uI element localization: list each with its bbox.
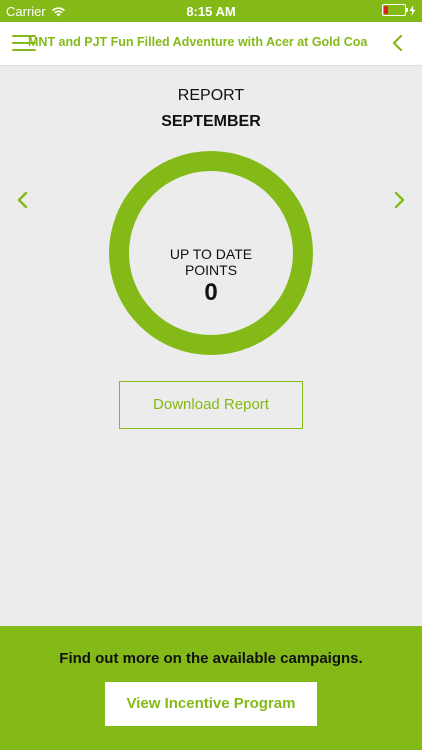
status-right [382,4,416,16]
status-bar: Carrier 8:15 AM [0,0,422,22]
battery-level [384,6,388,14]
footer-text: Find out more on the available campaigns… [59,650,363,667]
previous-month-chevron-left-icon[interactable] [15,188,31,212]
points-value: 0 [204,279,218,306]
points-label-line1: UP TO DATE [169,246,253,262]
download-report-button[interactable]: Download Report [119,381,303,429]
view-incentive-program-button[interactable]: View Incentive Program [105,682,317,726]
battery-tip [406,8,408,12]
campaign-title: MNT and PJT Fun Filled Adventure with Ac… [28,35,368,49]
battery-icon [382,4,408,16]
campaigns-footer: Find out more on the available campaigns… [0,626,422,750]
report-month: SEPTEMBER [161,113,261,130]
status-time: 8:15 AM [186,4,236,19]
charging-icon [409,4,416,16]
next-month-chevron-right-icon[interactable] [391,188,407,212]
chevron-left-icon[interactable] [388,31,408,55]
navigation-bar: MNT and PJT Fun Filled Adventure with Ac… [0,22,422,66]
report-heading: REPORT [177,87,245,104]
points-label: UP TO DATE POINTS [129,246,293,278]
points-label-line2: POINTS [184,262,238,278]
points-ring: UP TO DATE POINTS 0 [109,151,313,355]
